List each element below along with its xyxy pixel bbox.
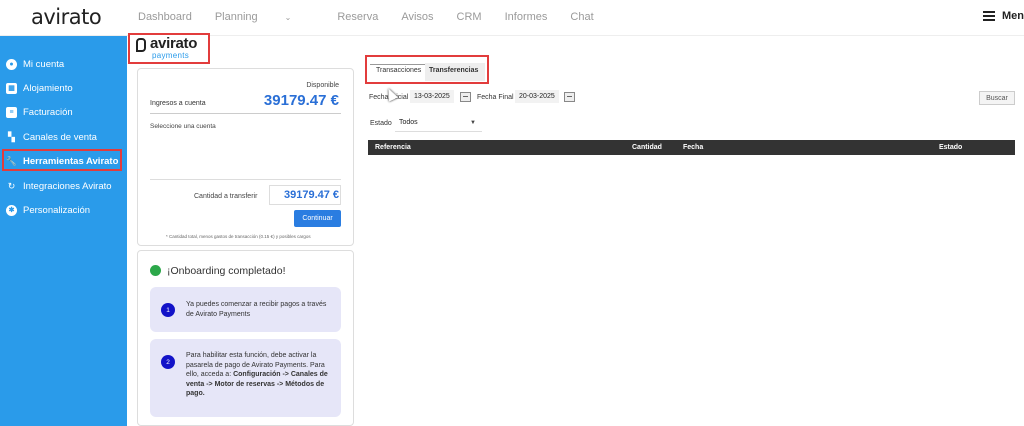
sidebar-item-label: Alojamiento [23,82,73,94]
nav-planning-label: Planning [214,11,258,23]
tabs: Transacciones Transferencias [365,55,489,84]
column-header-fecha[interactable]: Fecha [683,144,703,151]
top-bar: avirato Dashboard Planning ⌄ Reserva Avis… [0,0,1024,36]
onboarding-step: 2 Para habilitar esta función, debe acti… [150,339,341,417]
invoice-icon: ≡ [6,106,17,118]
nav-avisos[interactable]: Avisos [401,11,433,23]
user-icon: ● [6,58,17,70]
status-label: Estado [370,120,392,127]
status-select[interactable]: Todos ▼ [395,116,482,132]
sidebar-item-label: Personalización [23,204,91,216]
divider [150,179,341,180]
logo-mark [136,38,146,52]
menu-label: Menú [1002,10,1024,22]
step-text: Ya puedes comenzar a recibir pagos a tra… [186,301,327,318]
income-label: Ingresos a cuenta [150,100,206,107]
sidebar-item-label: Facturación [23,106,73,118]
onboarding-card: ¡Onboarding completado! 1 Ya puedes come… [137,250,354,426]
sidebar-item-label: Integraciones Avirato [23,180,112,192]
column-header-cantidad[interactable]: Cantidad [632,144,662,151]
nav-chat[interactable]: Chat [570,11,593,23]
chevron-down-icon: ▼ [470,120,476,126]
status-select-value: Todos [399,119,418,126]
sidebar: ● Mi cuenta ▦ Alojamiento ≡ Facturación … [0,36,127,426]
column-header-referencia[interactable]: Referencia [375,144,411,151]
amount-value: 39179.47 € [284,189,340,201]
sidebar-item-alojamiento[interactable]: ▦ Alojamiento [6,79,73,97]
calendar-icon[interactable] [564,92,575,102]
sidebar-item-label: Mi cuenta [23,58,65,70]
nav-dashboard[interactable]: Dashboard [138,11,192,23]
sidebar-item-personalizacion[interactable]: ✱ Personalización [6,201,90,219]
end-date-input[interactable]: 20-03-2025 [515,90,559,103]
sidebar-item-mi-cuenta[interactable]: ● Mi cuenta [6,55,64,73]
sync-icon: ↻ [7,180,16,191]
sidebar-item-canales-de-venta[interactable]: ▚ Canales de venta [6,128,97,146]
step-number: 1 [161,303,175,317]
grid-icon: ▚ [8,131,15,142]
start-date-input[interactable]: 13-03-2025 [410,90,454,103]
step-text: Para habilitar esta función, debe activa… [186,351,336,399]
tab-transacciones[interactable]: Transacciones [372,63,426,82]
table-header: Referencia Cantidad Fecha Estado [368,140,1015,155]
status-dot-icon [150,265,161,276]
nav-reserva[interactable]: Reserva [337,11,378,23]
calendar-icon[interactable] [460,92,471,102]
tab-transferencias[interactable]: Transferencias [425,63,485,81]
highlight-box [2,149,122,171]
step-number: 2 [161,355,175,369]
continue-button[interactable]: Continuar [294,210,341,227]
onboarding-title: ¡Onboarding completado! [167,265,286,277]
building-icon: ▦ [6,82,17,94]
sidebar-item-integraciones-avirato[interactable]: ↻ Integraciones Avirato [6,177,112,195]
chevron-down-icon: ⌄ [284,13,292,22]
logo-sub: payments [152,51,190,60]
select-account-label[interactable]: Seleccione una cuenta [150,123,216,130]
nav-informes[interactable]: Informes [505,11,548,23]
app-logo[interactable]: avirato [31,5,102,29]
menu-button[interactable]: Menú [983,10,1024,22]
sidebar-item-facturacion[interactable]: ≡ Facturación [6,103,73,121]
hamburger-icon [983,11,995,21]
logo-word: avirato [150,35,198,52]
income-amount: 39179.47 € [263,92,339,109]
fee-note: * Cantidad total, menos gastos de transa… [166,234,311,239]
column-header-estado[interactable]: Estado [939,144,962,151]
gear-icon: ✱ [6,204,17,216]
end-date-label: Fecha Final [477,94,514,101]
main-nav: Dashboard Planning ⌄ Reserva Avisos CRM I… [138,11,617,23]
transfer-card: Disponible Ingresos a cuenta 39179.47 € … [137,68,354,246]
divider [150,113,341,114]
amount-label: Cantidad a transferir [194,193,258,200]
nav-planning[interactable]: Planning ⌄ [215,11,315,23]
available-label: Disponible [306,82,339,89]
sidebar-item-label: Canales de venta [23,131,97,143]
search-button[interactable]: Buscar [979,91,1015,105]
onboarding-step: 1 Ya puedes comenzar a recibir pagos a t… [150,287,341,332]
nav-crm[interactable]: CRM [457,11,482,23]
